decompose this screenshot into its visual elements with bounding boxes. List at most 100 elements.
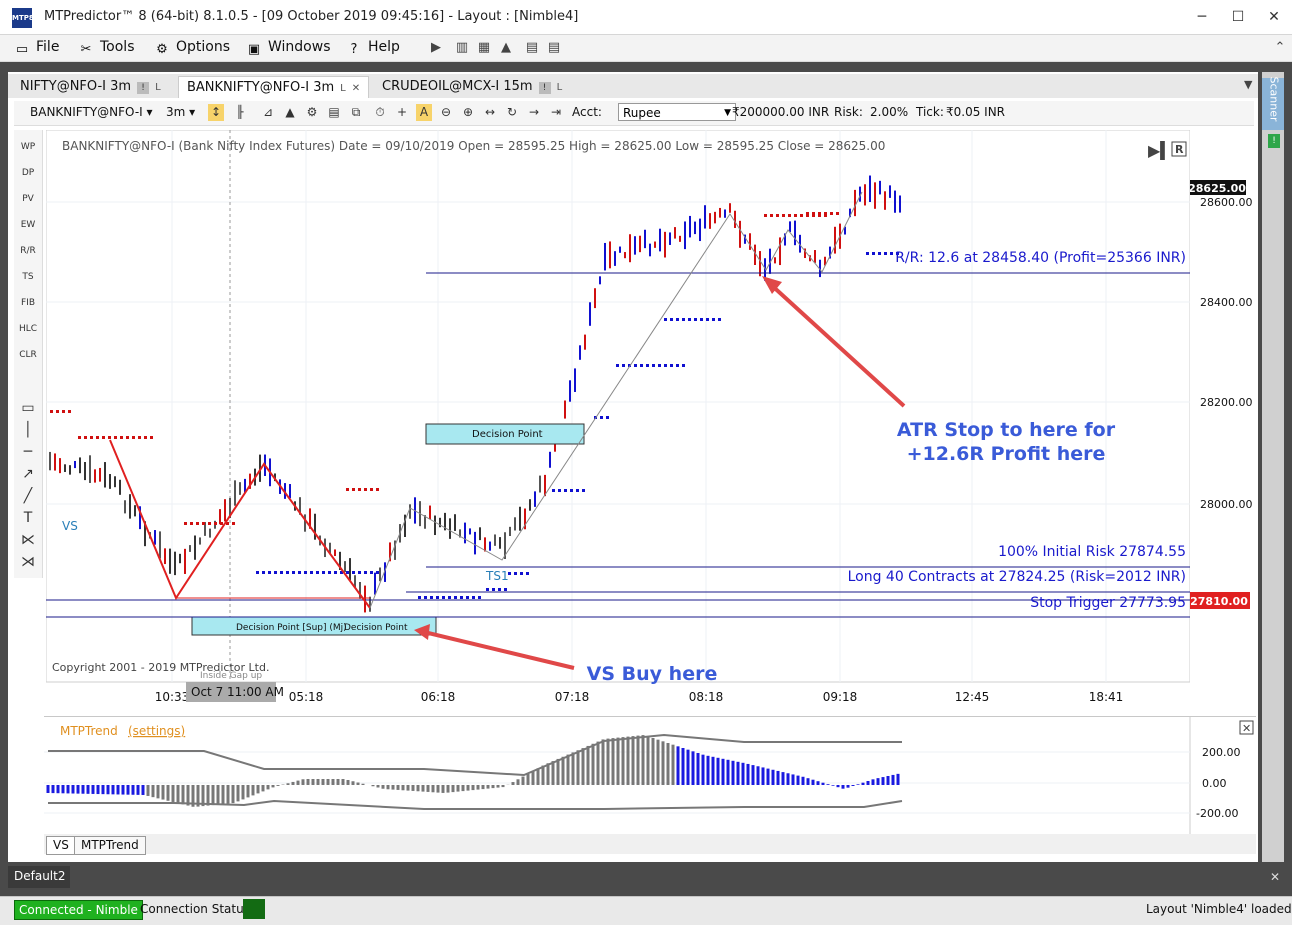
symbol-selector[interactable]: BANKNIFTY@NFO-I ▾: [30, 105, 153, 119]
time-axis: 10:33 05:18 06:18 07:18 08:18 09:18 12:45 18:41: [155, 690, 1124, 704]
zoom-out-icon[interactable]: ⊖: [438, 104, 454, 121]
indicator-tab-vs[interactable]: VS: [46, 836, 76, 855]
timer-icon[interactable]: ⏱: [372, 104, 388, 121]
menu-options[interactable]: ⚙ Options: [154, 39, 230, 58]
atr-stop-dot: [144, 436, 147, 439]
bell-icon[interactable]: ▲: [498, 40, 514, 56]
atr-stop-dot: [376, 571, 379, 574]
indicator-settings-link[interactable]: (settings): [128, 724, 185, 738]
tool-wp[interactable]: WP: [14, 142, 42, 152]
interval-selector[interactable]: 3m ▾: [166, 105, 195, 119]
scroll-left-icon[interactable]: ↔: [482, 104, 498, 121]
atr-annotation-line2: +12.6R Profit here: [907, 443, 1106, 465]
annotation-icon[interactable]: A: [416, 104, 432, 121]
scroll-right-icon[interactable]: →: [526, 104, 542, 121]
close-tab-icon[interactable]: ✕: [352, 78, 360, 99]
atr-stop-dot: [138, 436, 141, 439]
atr-stop-dot: [102, 436, 105, 439]
atr-stop-dot: [564, 489, 567, 492]
minimize-button[interactable]: ─: [1186, 6, 1218, 28]
sort-icon[interactable]: ↕: [208, 104, 224, 121]
rr-label: R/R: 12.6 at 28458.40 (Profit=25366 INR): [895, 250, 1186, 266]
tool-clr[interactable]: CLR: [14, 350, 42, 360]
price-tick-label: 28200.00: [1200, 396, 1253, 409]
atr-stop-dot: [514, 572, 517, 575]
tool-dp[interactable]: DP: [14, 168, 42, 178]
tab-list-dropdown-icon[interactable]: ▼: [1244, 78, 1252, 91]
tool-ew[interactable]: EW: [14, 220, 42, 230]
atr-stop-dot: [558, 489, 561, 492]
horizontal-line-tool-icon[interactable]: ─: [14, 444, 42, 460]
atr-stop-dot: [424, 596, 427, 599]
indicator-panel[interactable]: MTPTrend (settings) 200.00 0.00 -200.00 …: [44, 716, 1256, 835]
workspace-tab-close-icon[interactable]: ✕: [1270, 870, 1280, 884]
text-tool-icon[interactable]: T: [14, 510, 42, 526]
connection-status-indicator[interactable]: [243, 899, 265, 919]
indicator-tick-0: 0.00: [1202, 777, 1227, 790]
risk-label: Risk:: [834, 105, 863, 119]
copy-icon[interactable]: ⧉: [348, 104, 364, 121]
vertical-line-tool-icon[interactable]: │: [14, 422, 42, 438]
app-logo: MTP8: [12, 8, 34, 28]
close-window-button[interactable]: ✕: [1258, 6, 1290, 28]
bar-chart-icon[interactable]: ▥: [454, 40, 470, 56]
tool-hlc[interactable]: HLC: [14, 324, 42, 334]
indicator-tab-mtptrend[interactable]: MTPTrend: [74, 836, 146, 855]
menu-file[interactable]: ▭ File: [14, 39, 60, 58]
tab-pin[interactable]: L: [340, 78, 346, 99]
gear-icon: ⚙: [156, 42, 168, 57]
tab-pin[interactable]: L: [155, 77, 161, 98]
risk-value[interactable]: 2.00%: [870, 105, 908, 119]
zigzag-tool-icon[interactable]: ⋊: [14, 554, 42, 570]
tab-banknifty[interactable]: BANKNIFTY@NFO-I 3m L ✕: [178, 76, 370, 99]
tick-value[interactable]: ₹0.05 INR: [946, 105, 1005, 119]
scroll-end-icon[interactable]: ⇥: [548, 104, 564, 121]
bars-icon[interactable]: ╟: [232, 104, 248, 121]
workspace-tab[interactable]: Default2: [8, 866, 70, 888]
print-icon[interactable]: ▤: [326, 104, 342, 121]
menu-tools[interactable]: ✂ Tools: [78, 39, 135, 58]
tab-pin[interactable]: L: [557, 77, 563, 98]
video-icon[interactable]: ▶: [428, 40, 444, 56]
atr-stop-dot: [830, 212, 833, 215]
abc-pattern-tool-icon[interactable]: ⋉: [14, 532, 42, 548]
tab-nifty[interactable]: NIFTY@NFO-I 3m! L: [12, 76, 169, 97]
menu-help-label: Help: [368, 39, 400, 55]
table-icon[interactable]: ▦: [476, 40, 492, 56]
play-icon[interactable]: ▶▍: [1148, 140, 1173, 160]
bell-icon[interactable]: ▲: [282, 104, 298, 121]
menu-windows[interactable]: ▣ Windows: [246, 39, 331, 58]
atr-stop-dot: [504, 588, 507, 591]
collapse-menu-icon[interactable]: ⌃: [1272, 40, 1288, 56]
tool-pv[interactable]: PV: [14, 194, 42, 204]
acct-select[interactable]: Rupee ▼: [618, 103, 736, 121]
maximize-button[interactable]: ☐: [1222, 6, 1254, 28]
zoom-in-icon[interactable]: ⊕: [460, 104, 476, 121]
tool-ts[interactable]: TS: [14, 272, 42, 282]
chart-icon[interactable]: ⊿: [260, 104, 276, 121]
atr-stop-dot: [62, 410, 65, 413]
atr-stop-dot: [472, 596, 475, 599]
save-as-icon[interactable]: ▤: [546, 40, 562, 56]
trendline-tool-icon[interactable]: ╱: [14, 488, 42, 504]
atr-stop-dot: [358, 571, 361, 574]
crosshair-icon[interactable]: +: [394, 104, 410, 121]
title-bar: MTP8 MTPredictor™ 8 (64-bit) 8.1.0.5 - […: [0, 0, 1292, 35]
refresh-icon[interactable]: ↻: [504, 104, 520, 121]
rectangle-tool-icon[interactable]: ▭: [14, 400, 42, 416]
tool-r-r[interactable]: R/R: [14, 246, 42, 256]
price-axis[interactable]: 28600.00 28400.00 28200.00 28000.00 28625.0…: [1190, 130, 1256, 710]
menu-help[interactable]: ? Help: [346, 39, 400, 58]
atr-stop-dot: [364, 488, 367, 491]
capital-value: ₹200000.00 INR: [732, 105, 830, 119]
price-chart[interactable]: Decision Point Decision Point [Sup] (Mj)…: [46, 130, 1254, 710]
gear-icon[interactable]: ⚙: [304, 104, 320, 121]
pointer-tool-icon[interactable]: ↗: [14, 466, 42, 482]
tool-fib[interactable]: FIB: [14, 298, 42, 308]
atr-stop-dot: [872, 252, 875, 255]
tab-crudeoil[interactable]: CRUDEOIL@MCX-I 15m! L: [374, 76, 571, 98]
initial-risk-label: 100% Initial Risk 27874.55: [998, 544, 1186, 560]
save-icon[interactable]: ▤: [524, 40, 540, 56]
chevron-down-icon: ▼: [724, 108, 731, 118]
scanner-alert-button[interactable]: !: [1268, 134, 1280, 148]
